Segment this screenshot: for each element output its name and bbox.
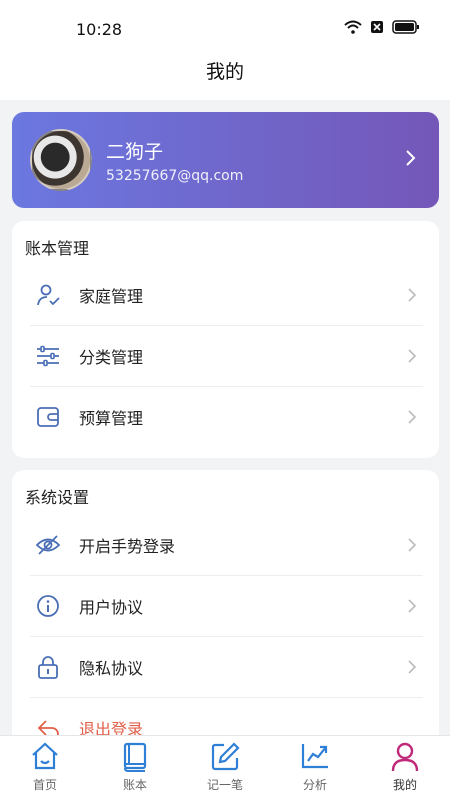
book-management-section: 账本管理 家庭管理 分类管理 预算管理 — [12, 221, 439, 458]
tab-label: 记一笔 — [206, 778, 243, 792]
info-icon — [37, 595, 59, 617]
wifi-icon — [344, 20, 362, 34]
chevron-right-icon — [408, 349, 417, 363]
status-bar: 10:28 — [0, 0, 450, 50]
menu-item-label: 预算管理 — [79, 409, 144, 428]
menu-item-label: 家庭管理 — [79, 287, 144, 306]
tab-label: 分析 — [302, 778, 327, 792]
home-icon — [32, 742, 58, 770]
section-title: 账本管理 — [25, 239, 90, 258]
tab-label: 首页 — [32, 778, 57, 792]
page-title: 我的 — [205, 61, 244, 83]
profile-email: 53257667@qq.com — [106, 167, 244, 184]
user-check-icon — [37, 284, 60, 306]
menu-item-category-management[interactable]: 分类管理 — [12, 326, 439, 386]
menu-item-privacy-agreement[interactable]: 隐私协议 — [12, 637, 439, 697]
menu-item-label: 隐私协议 — [79, 659, 144, 678]
chevron-right-icon — [408, 599, 417, 613]
profile-name: 二狗子 — [106, 140, 164, 163]
status-icons — [344, 20, 420, 34]
tab-book[interactable]: 账本 — [90, 736, 180, 800]
menu-item-family-management[interactable]: 家庭管理 — [12, 265, 439, 325]
page-header: 我的 — [0, 50, 450, 100]
tab-label: 我的 — [392, 778, 417, 792]
wallet-icon — [37, 407, 59, 427]
tab-home[interactable]: 首页 — [0, 736, 90, 800]
battery-icon — [392, 20, 419, 34]
chevron-right-icon — [408, 660, 417, 674]
eye-off-icon — [36, 535, 60, 555]
menu-item-budget-management[interactable]: 预算管理 — [12, 387, 439, 447]
bottom-tab-bar: 首页 账本 记一笔 分析 我的 — [0, 735, 450, 800]
menu-item-label: 开启手势登录 — [79, 537, 176, 556]
tab-record[interactable]: 记一笔 — [180, 736, 270, 800]
section-title: 系统设置 — [25, 488, 90, 507]
user-icon — [391, 742, 419, 772]
menu-item-gesture-login[interactable]: 开启手势登录 — [12, 515, 439, 575]
chart-icon — [301, 744, 328, 769]
menu-item-label: 分类管理 — [79, 348, 144, 367]
status-time: 10:28 — [76, 20, 123, 39]
chevron-right-icon — [408, 288, 417, 302]
edit-icon — [211, 742, 240, 771]
profile-card[interactable]: 二狗子 53257667@qq.com — [12, 112, 439, 208]
tab-mine[interactable]: 我的 — [360, 736, 450, 800]
chevron-right-icon — [408, 410, 417, 424]
lock-icon — [38, 656, 58, 679]
menu-item-label: 用户协议 — [79, 598, 144, 617]
sim-icon — [371, 21, 383, 33]
book-icon — [123, 742, 147, 772]
tab-label: 账本 — [122, 778, 147, 792]
chevron-right-icon — [406, 150, 416, 166]
menu-item-user-agreement[interactable]: 用户协议 — [12, 576, 439, 636]
tab-analysis[interactable]: 分析 — [270, 736, 360, 800]
avatar[interactable] — [30, 129, 92, 191]
system-settings-section: 系统设置 开启手势登录 用户协议 隐私协议 退出登录 — [12, 470, 439, 770]
sliders-icon — [37, 345, 59, 367]
chevron-right-icon — [408, 538, 417, 552]
